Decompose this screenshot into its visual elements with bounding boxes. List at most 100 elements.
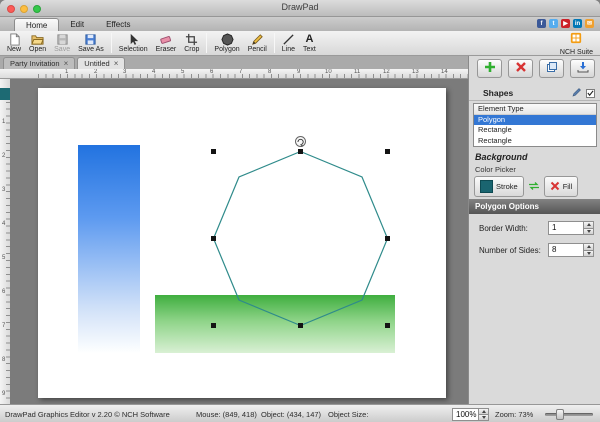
swap-arrows-icon[interactable]	[528, 178, 540, 196]
polygon-icon	[221, 33, 234, 46]
nch-suite-label: NCH Suite	[560, 49, 593, 56]
stepper-up-button[interactable]	[583, 243, 594, 251]
selection-handle[interactable]	[385, 323, 390, 328]
selection-handle[interactable]	[211, 323, 216, 328]
plus-icon	[484, 60, 496, 78]
stepper-down-button[interactable]	[583, 251, 594, 258]
vertical-ruler: 1 2 3 4 5 6 7 8 9	[0, 79, 10, 404]
stepper-down-button[interactable]	[478, 415, 489, 421]
import-shape-button[interactable]	[570, 59, 595, 78]
list-item-polygon[interactable]: Polygon	[474, 115, 596, 126]
text-label: Text	[303, 46, 316, 53]
nch-suite-button[interactable]: NCH Suite	[560, 31, 597, 56]
doc-tab-label: Party Invitation	[10, 59, 60, 68]
new-button[interactable]: New	[3, 32, 25, 54]
zoom-slider-thumb[interactable]	[556, 409, 564, 420]
ruler-number: 7	[239, 69, 242, 75]
ruler-number: 10	[325, 69, 332, 75]
visibility-checkbox[interactable]	[586, 89, 595, 98]
selection-handle[interactable]	[385, 149, 390, 154]
selection-handle[interactable]	[298, 149, 303, 154]
horizontal-ruler: 1 2 3 4 5 6 7 8 9 10 11 12 13 14	[10, 69, 468, 79]
facebook-icon[interactable]: f	[537, 19, 546, 28]
tab-edit-label: Edit	[70, 20, 84, 29]
new-page-icon	[8, 33, 21, 46]
stepper-down-button[interactable]	[583, 229, 594, 236]
zoom-percentage-stepper: 100%	[452, 408, 489, 421]
ruler-number: 1	[65, 69, 68, 75]
octagon-shape[interactable]	[214, 152, 388, 326]
polygon-tool-button[interactable]: Polygon	[210, 32, 243, 54]
polygon-label: Polygon	[214, 46, 239, 53]
canvas-area[interactable]	[10, 79, 468, 404]
ruler-ticks	[38, 74, 468, 78]
text-tool-icon: A	[305, 33, 313, 46]
ruler-number: 5	[181, 69, 184, 75]
eraser-label: Eraser	[156, 46, 177, 53]
selection-tool-button[interactable]: Selection	[115, 32, 152, 54]
youtube-icon[interactable]: ▶	[561, 19, 570, 28]
ruler-number: 4	[2, 221, 5, 227]
close-tab-icon[interactable]: ×	[114, 60, 119, 68]
stepper-up-button[interactable]	[478, 408, 489, 415]
close-tab-icon[interactable]: ×	[64, 60, 69, 68]
linkedin-icon[interactable]: in	[573, 19, 582, 28]
crop-tool-button[interactable]: Crop	[180, 32, 203, 54]
element-list-header: Element Type	[474, 104, 596, 115]
open-label: Open	[29, 46, 46, 53]
tab-home[interactable]: Home	[14, 18, 59, 31]
border-width-label: Border Width:	[479, 224, 528, 233]
ruler-number: 9	[297, 69, 300, 75]
titlebar: DrawPad	[0, 0, 600, 17]
save-button[interactable]: Save	[50, 32, 74, 54]
stroke-color-swatch	[480, 180, 493, 193]
ruler-number: 2	[2, 153, 5, 159]
tab-effects-label: Effects	[106, 20, 130, 29]
doc-tab-untitled[interactable]: Untitled ×	[77, 57, 125, 69]
border-width-stepper: 1	[548, 221, 594, 235]
stroke-color-button[interactable]: Stroke	[474, 176, 524, 197]
number-of-sides-input[interactable]: 8	[548, 243, 583, 257]
add-shape-button[interactable]	[477, 59, 502, 78]
twitter-icon[interactable]: t	[549, 19, 558, 28]
mail-icon[interactable]: ✉	[585, 19, 594, 28]
list-item-rectangle[interactable]: Rectangle	[474, 136, 596, 147]
list-item-rectangle[interactable]: Rectangle	[474, 125, 596, 136]
zoom-percentage-input[interactable]: 100%	[452, 408, 478, 421]
duplicate-shape-button[interactable]	[539, 59, 564, 78]
doc-tab-label: Untitled	[84, 59, 109, 68]
doc-tab-party-invitation[interactable]: Party Invitation ×	[3, 57, 75, 69]
color-picker-label: Color Picker	[475, 165, 516, 174]
stepper-up-button[interactable]	[583, 221, 594, 229]
fill-color-button[interactable]: Fill	[544, 176, 579, 197]
selection-handle[interactable]	[298, 323, 303, 328]
text-tool-button[interactable]: A Text	[299, 32, 320, 54]
down-arrow-icon	[587, 230, 591, 233]
open-button[interactable]: Open	[25, 32, 50, 54]
save-as-button[interactable]: Save As	[74, 32, 108, 54]
selection-handle[interactable]	[211, 236, 216, 241]
ruler-number: 8	[2, 357, 5, 363]
ruler-number: 7	[2, 323, 5, 329]
selection-handle[interactable]	[211, 149, 216, 154]
ruler-number: 4	[152, 69, 155, 75]
zoom-slider[interactable]	[545, 413, 593, 416]
edit-pencil-icon[interactable]	[572, 84, 582, 102]
panel-button-row	[477, 59, 595, 78]
background-section-title: Background	[475, 152, 528, 162]
fill-label: Fill	[563, 182, 573, 191]
down-arrow-icon	[482, 416, 486, 419]
tab-edit[interactable]: Edit	[59, 18, 95, 31]
line-tool-button[interactable]: Line	[278, 32, 299, 54]
eraser-icon	[159, 33, 172, 46]
eraser-tool-button[interactable]: Eraser	[152, 32, 181, 54]
element-list: Element Type Polygon Rectangle Rectangle	[473, 103, 597, 147]
delete-shape-button[interactable]	[508, 59, 533, 78]
ribbon-tab-bar: Home Edit Effects f t ▶ in ✉	[0, 17, 600, 31]
pencil-tool-button[interactable]: Pencil	[244, 32, 271, 54]
tab-effects[interactable]: Effects	[95, 18, 141, 31]
ruler-number: 8	[268, 69, 271, 75]
rotation-handle-icon[interactable]	[296, 137, 306, 147]
selection-handle[interactable]	[385, 236, 390, 241]
border-width-input[interactable]: 1	[548, 221, 583, 235]
